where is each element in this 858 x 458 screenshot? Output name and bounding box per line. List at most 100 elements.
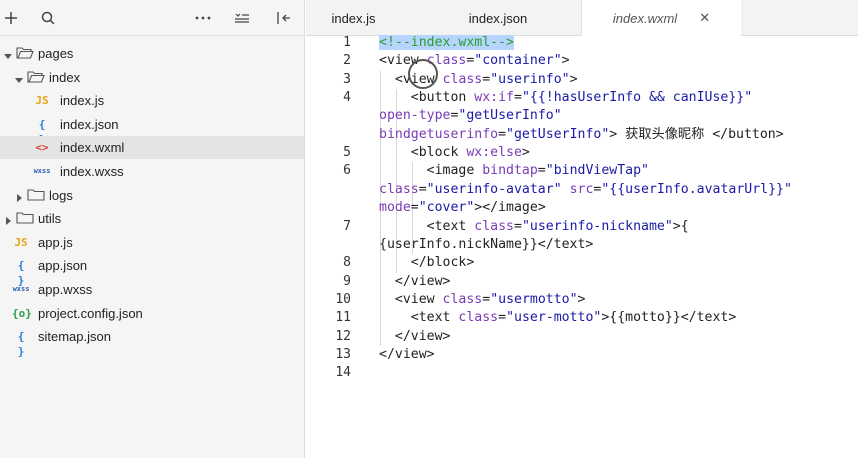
add-icon[interactable] <box>0 7 22 29</box>
code-line[interactable]: 7 <text class="userinfo-nickname">{ <box>306 218 858 236</box>
split-icon[interactable] <box>272 7 294 29</box>
token-tag: = <box>410 200 419 215</box>
token-tag: = <box>498 127 507 142</box>
collapse-icon[interactable] <box>231 7 253 29</box>
code-text: </block> <box>379 254 475 272</box>
js-file-icon: JS <box>14 236 28 249</box>
code-text: </view> <box>379 346 435 364</box>
tree-item-logs[interactable]: logs <box>0 184 304 207</box>
tree-item-label: app.json <box>38 258 88 273</box>
token-cmt: <!--index.wxml--> <box>379 35 514 50</box>
token-tag: > <box>577 292 586 307</box>
code-line[interactable]: 10 <view class="usermotto"> <box>306 291 858 309</box>
token-tag: = <box>513 90 522 105</box>
token-attr: class <box>458 310 499 325</box>
token-attr: class <box>442 72 483 87</box>
tree-item-utils[interactable]: utils <box>0 207 304 230</box>
json-file-icon: { } <box>17 259 25 287</box>
tree-item-app-js[interactable]: JS app.js <box>0 231 304 254</box>
code-line[interactable]: open-type="getUserInfo" <box>306 107 858 125</box>
tab-label: index.wxml <box>612 10 678 26</box>
tab-index-wxml[interactable]: index.wxml ✕ <box>581 0 741 36</box>
token-tag: <view <box>379 292 443 307</box>
code-line[interactable]: 1 <!--index.wxml--> <box>306 34 858 52</box>
line-number: 5 <box>343 145 351 160</box>
search-icon[interactable] <box>37 7 59 29</box>
code-text: <!--index.wxml--> <box>379 34 514 52</box>
tree-item-index-wxss[interactable]: wxss index.wxss <box>0 160 304 183</box>
line-number: 4 <box>343 90 351 105</box>
more-icon[interactable] <box>192 7 214 29</box>
code-text: <button wx:if="{{!hasUserInfo && canIUse… <box>379 89 752 107</box>
token-tag: > <box>521 145 530 160</box>
line-number: 11 <box>335 310 351 325</box>
js-file-icon: JS <box>35 94 49 107</box>
tree-item-app-wxss[interactable]: wxss app.wxss <box>0 278 304 301</box>
code-line[interactable]: 13 </view> <box>306 346 858 364</box>
code-line[interactable]: 5 <block wx:else> <box>306 144 858 162</box>
code-line[interactable]: 14 <box>306 364 858 382</box>
token-tag: = <box>482 72 491 87</box>
code-text: </view> <box>379 273 451 291</box>
token-str: "{{!hasUserInfo && canIUse}}" <box>521 90 753 105</box>
tree-item-index[interactable]: index <box>0 66 304 89</box>
file-explorer: pagesindexJSindex.js{ }index.json<>index… <box>0 0 305 458</box>
code-line[interactable]: bindgetuserinfo="getUserInfo"> 获取头像昵称 </… <box>306 126 858 144</box>
code-text: <text class="user-motto">{{motto}}</text… <box>379 309 737 327</box>
chevron-right-icon[interactable] <box>14 190 24 202</box>
close-icon[interactable]: ✕ <box>699 10 710 26</box>
tree-item-app-json[interactable]: { } app.json <box>0 254 304 287</box>
tree-item-label: index.json <box>60 117 119 132</box>
tree-item-pages[interactable]: pages <box>0 42 304 65</box>
token-tag: > <box>569 72 578 87</box>
token-tag: {userInfo.nickName}}</text> <box>379 237 594 252</box>
code-line[interactable]: class="userinfo-avatar" src="{{userInfo.… <box>306 181 858 199</box>
token-str: "user-motto" <box>506 310 602 325</box>
code-editor[interactable]: 1 <!--index.wxml--> 2 <view class="containe… <box>306 34 858 458</box>
token-attr: wx:if <box>474 90 514 105</box>
code-line[interactable]: 12 </view> <box>306 328 858 346</box>
token-str: "bindViewTap" <box>545 163 649 178</box>
token-tag: </view> <box>379 274 451 289</box>
code-line[interactable]: 6 <image bindtap="bindViewTap" <box>306 162 858 180</box>
code-line[interactable]: 4 <button wx:if="{{!hasUserInfo && canIU… <box>306 89 858 107</box>
tab-index-json[interactable]: index.json <box>436 0 560 36</box>
code-line[interactable]: mode="cover"></image> <box>306 199 858 217</box>
tree-item-index-wxml[interactable]: <> index.wxml <box>0 136 304 159</box>
code-text: <view class="container"> <box>379 52 570 70</box>
wxss-file-icon: wxss <box>33 167 51 175</box>
explorer-toolbar <box>0 0 305 36</box>
code-line[interactable]: {userInfo.nickName}}</text> <box>306 236 858 254</box>
code-line[interactable]: 11 <text class="user-motto">{{motto}}</t… <box>306 309 858 327</box>
tab-label: index.json <box>468 10 528 26</box>
chevron-right-icon[interactable] <box>3 213 13 225</box>
tree-item-sitemap-json[interactable]: { } sitemap.json <box>0 325 304 358</box>
token-attr: mode <box>379 200 411 215</box>
line-number: 10 <box>335 292 351 307</box>
folder-icon <box>27 188 45 203</box>
tab-index-js[interactable]: index.js <box>306 0 401 36</box>
line-number: 7 <box>343 219 351 234</box>
token-tag: </block> <box>379 255 475 270</box>
chevron-down-icon[interactable] <box>14 72 24 83</box>
tree-item-project-config-json[interactable]: {o} project.config.json <box>0 302 304 325</box>
code-text: <view class="usermotto"> <box>379 291 586 309</box>
line-number: 1 <box>343 35 351 50</box>
folder-open-icon <box>16 46 34 61</box>
chevron-down-icon[interactable] <box>3 48 13 59</box>
code-line[interactable]: 8 </block> <box>306 254 858 272</box>
code-text: class="userinfo-avatar" src="{{userInfo.… <box>379 181 792 199</box>
code-line[interactable]: 2 <view class="container"> <box>306 52 858 70</box>
code-text: mode="cover"></image> <box>379 199 546 217</box>
line-number: 13 <box>335 347 351 362</box>
tree-item-index-js[interactable]: JS index.js <box>0 89 304 112</box>
code-line[interactable]: 3 <view class="userinfo"> <box>306 71 858 89</box>
tree-item-label: index.wxml <box>60 140 125 155</box>
code-line[interactable]: 9 </view> <box>306 273 858 291</box>
wxml-file-icon: <> <box>35 141 49 154</box>
token-str: "userinfo-nickname" <box>521 219 673 234</box>
token-str: "userinfo" <box>490 72 570 87</box>
tree-item-label: utils <box>38 211 62 226</box>
code-text: bindgetuserinfo="getUserInfo"> 获取头像昵称 </… <box>379 126 784 144</box>
tree-item-index-json[interactable]: { } index.json <box>0 113 304 146</box>
